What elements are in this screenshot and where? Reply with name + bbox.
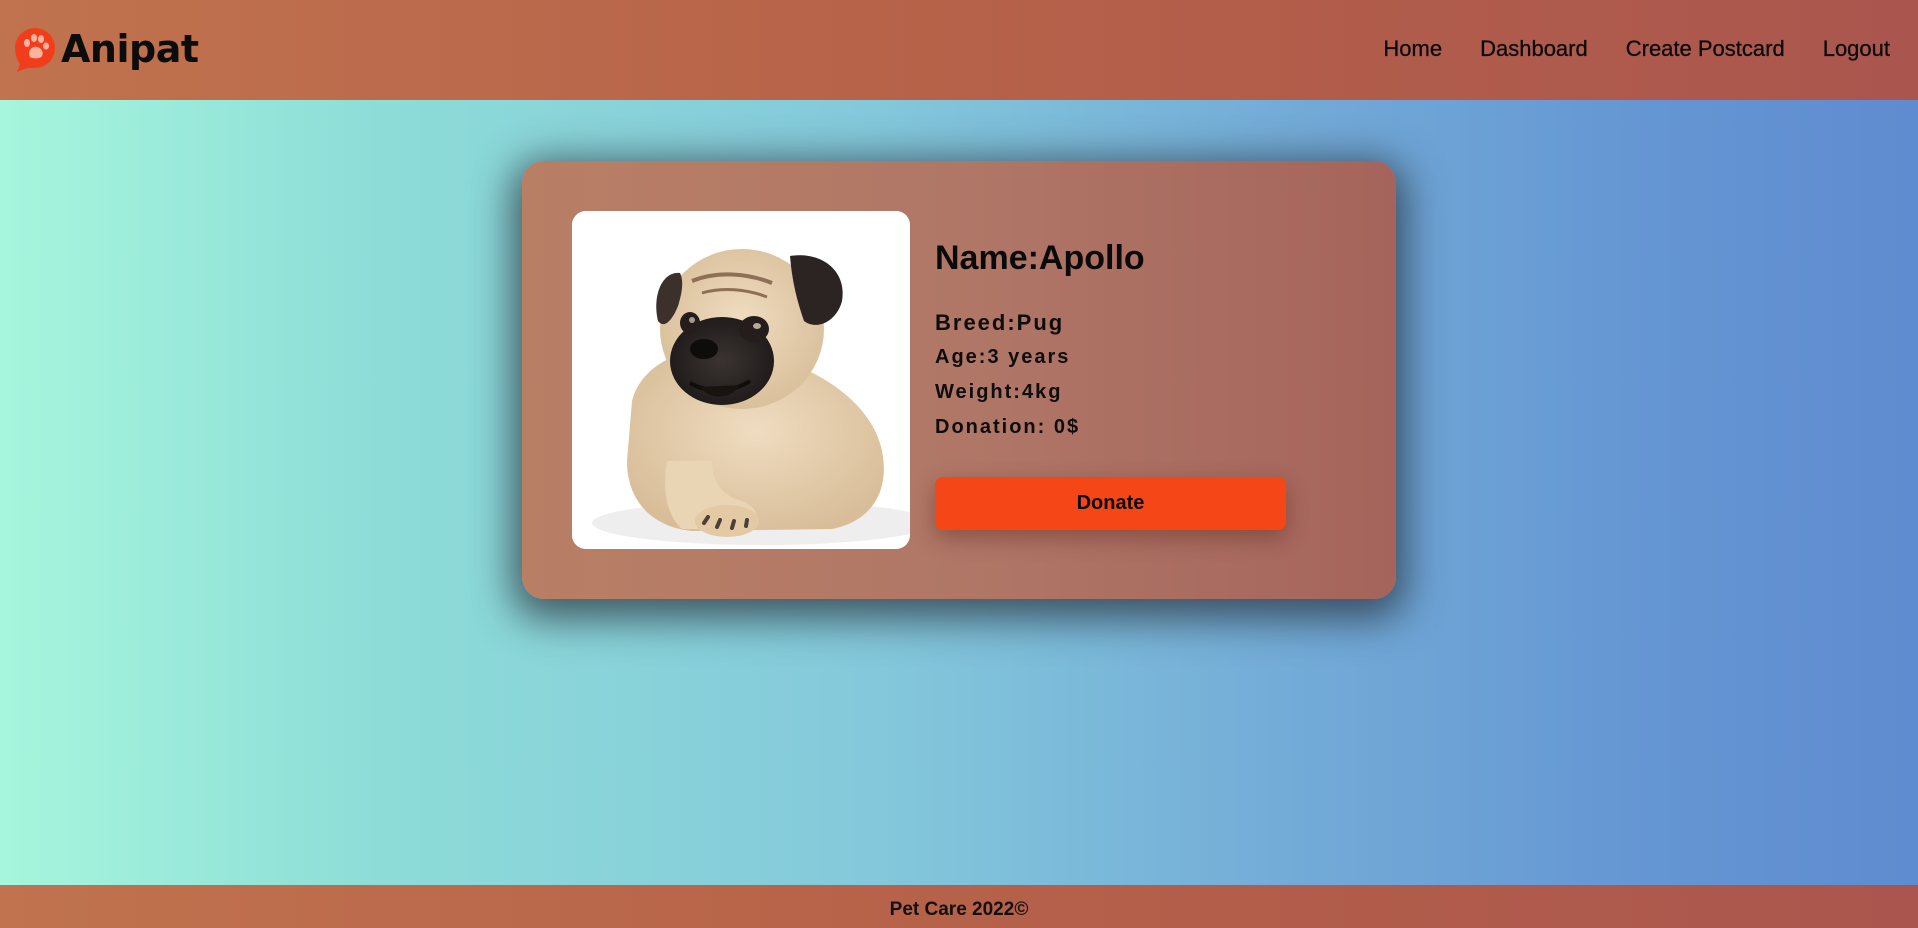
brand-name: Anipat: [61, 27, 199, 71]
nav-link-create-postcard[interactable]: Create Postcard: [1626, 36, 1785, 62]
pug-illustration: [572, 211, 910, 549]
nav-link-dashboard[interactable]: Dashboard: [1480, 36, 1588, 62]
donate-button[interactable]: Donate: [935, 477, 1286, 530]
pet-profile-card: Name:Apollo Breed:Pug Age:3 years Weight…: [522, 161, 1396, 599]
pet-breed: Breed:Pug: [935, 310, 1065, 335]
pet-weight: Weight:4kg: [935, 381, 1063, 403]
pet-age: Age:3 years: [935, 346, 1071, 368]
nav-link-logout[interactable]: Logout: [1823, 36, 1891, 62]
main-nav: Home Dashboard Create Postcard Logout: [1383, 36, 1890, 62]
brand-logo[interactable]: Anipat: [13, 24, 199, 74]
pet-donation-total: Donation: 0$: [935, 416, 1081, 438]
page-footer: Pet Care 2022©: [0, 885, 1918, 928]
top-navbar: Anipat Home Dashboard Create Postcard Lo…: [0, 0, 1918, 100]
paw-chat-bubble-icon: [15, 28, 55, 72]
nav-link-home[interactable]: Home: [1383, 36, 1442, 62]
pet-photo: [572, 211, 910, 549]
footer-copyright: Pet Care 2022©: [889, 899, 1029, 920]
pet-name: Name:Apollo: [935, 239, 1145, 277]
